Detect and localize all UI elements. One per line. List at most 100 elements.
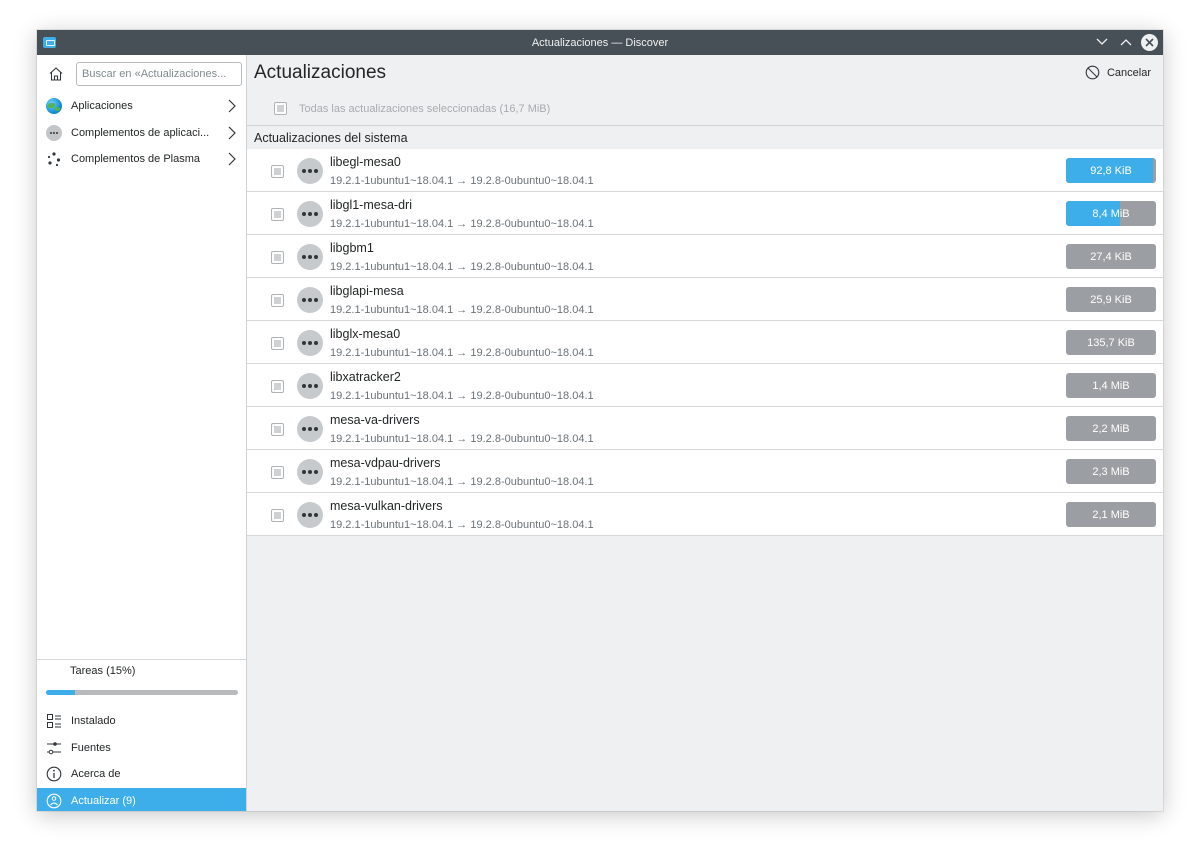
package-name: libgbm1 bbox=[330, 241, 374, 255]
download-size-bar: 1,4 MiB bbox=[1066, 373, 1156, 398]
section-header: Actualizaciones del sistema bbox=[247, 125, 1163, 149]
package-name: libglx-mesa0 bbox=[330, 327, 401, 341]
close-icon bbox=[1145, 37, 1154, 47]
sidebar-item-label: Complementos de Plasma bbox=[71, 153, 201, 166]
close-button[interactable] bbox=[1141, 33, 1158, 51]
update-checkbox[interactable] bbox=[271, 165, 284, 178]
update-checkbox[interactable] bbox=[271, 337, 284, 350]
home-icon bbox=[49, 67, 63, 81]
package-name: mesa-vulkan-drivers bbox=[330, 499, 443, 513]
nav-item-label: Instalado bbox=[71, 715, 116, 728]
globe-icon bbox=[45, 98, 62, 115]
package-name: libegl-mesa0 bbox=[330, 155, 401, 169]
package-icon bbox=[297, 158, 323, 184]
update-checkbox[interactable] bbox=[271, 423, 284, 436]
home-button[interactable] bbox=[45, 63, 67, 85]
search-input[interactable] bbox=[76, 62, 242, 86]
package-name: libglapi-mesa bbox=[330, 284, 404, 298]
chevron-right-icon bbox=[228, 99, 236, 113]
update-row-libglapi-mesa[interactable]: libglapi-mesa 19.2.1-1ubuntu1~18.04.1 → … bbox=[247, 278, 1163, 321]
package-version: 19.2.1-1ubuntu1~18.04.1 → 19.2.8-0ubuntu… bbox=[330, 218, 594, 230]
update-row-mesa-vulkan-drivers[interactable]: mesa-vulkan-drivers 19.2.1-1ubuntu1~18.0… bbox=[247, 493, 1163, 536]
cancel-button[interactable]: Cancelar bbox=[1085, 65, 1151, 80]
package-icon bbox=[297, 330, 323, 356]
window-controls bbox=[1093, 33, 1158, 51]
nav-item-actualizar[interactable]: Actualizar (9) bbox=[37, 787, 246, 811]
download-size-label: 92,8 KiB bbox=[1090, 164, 1132, 177]
download-size-bar: 2,1 MiB bbox=[1066, 502, 1156, 527]
update-row-mesa-vdpau-drivers[interactable]: mesa-vdpau-drivers 19.2.1-1ubuntu1~18.04… bbox=[247, 450, 1163, 493]
window-title: Actualizaciones — Discover bbox=[531, 36, 669, 49]
minimize-button[interactable] bbox=[1093, 33, 1111, 51]
download-size-bar: 8,4 MiB bbox=[1066, 201, 1156, 226]
tasks-label[interactable]: Tareas (15%) bbox=[70, 665, 135, 677]
tasks-progress-fill bbox=[46, 690, 75, 695]
update-row-libglx-mesa0[interactable]: libglx-mesa0 19.2.1-1ubuntu1~18.04.1 → 1… bbox=[247, 321, 1163, 364]
package-version: 19.2.1-1ubuntu1~18.04.1 → 19.2.8-0ubuntu… bbox=[330, 347, 594, 359]
nav-item-acerca-de[interactable]: Acerca de bbox=[37, 761, 246, 788]
package-icon bbox=[297, 201, 323, 227]
select-all-checkbox[interactable] bbox=[274, 102, 287, 115]
update-row-libgbm1[interactable]: libgbm1 19.2.1-1ubuntu1~18.04.1 → 19.2.8… bbox=[247, 235, 1163, 278]
download-size-label: 25,9 KiB bbox=[1090, 293, 1132, 306]
download-size-label: 1,4 MiB bbox=[1092, 379, 1130, 392]
package-version: 19.2.1-1ubuntu1~18.04.1 → 19.2.8-0ubuntu… bbox=[330, 433, 594, 445]
sidebar-item-complementos-aplicaciones[interactable]: Complementos de aplicaci... bbox=[37, 120, 246, 147]
update-checkbox[interactable] bbox=[271, 466, 284, 479]
nav-item-label: Acerca de bbox=[71, 768, 121, 781]
package-version: 19.2.1-1ubuntu1~18.04.1 → 19.2.8-0ubuntu… bbox=[330, 175, 594, 187]
installed-icon bbox=[46, 713, 62, 729]
package-version: 19.2.1-1ubuntu1~18.04.1 → 19.2.8-0ubuntu… bbox=[330, 476, 594, 488]
cancel-icon bbox=[1085, 65, 1100, 80]
update-checkbox[interactable] bbox=[271, 208, 284, 221]
sidebar-item-aplicaciones[interactable]: Aplicaciones bbox=[37, 93, 246, 120]
cancel-label: Cancelar bbox=[1106, 66, 1151, 79]
sidebar-item-complementos-plasma[interactable]: Complementos de Plasma bbox=[37, 146, 246, 173]
package-icon bbox=[297, 459, 323, 485]
package-icon bbox=[297, 373, 323, 399]
discover-window: Actualizaciones — Discover Aplicaciones bbox=[37, 30, 1163, 811]
nav-item-label: Actualizar (9) bbox=[71, 794, 136, 807]
title-bar[interactable]: Actualizaciones — Discover bbox=[37, 30, 1163, 55]
dots-icon bbox=[45, 124, 62, 141]
download-size-label: 2,1 MiB bbox=[1092, 508, 1130, 521]
select-all-label: Todas las actualizaciones seleccionadas … bbox=[299, 102, 551, 115]
sidebar: Aplicaciones Complementos de aplicaci...… bbox=[37, 55, 247, 811]
update-checkbox[interactable] bbox=[271, 251, 284, 264]
sidebar-header bbox=[37, 55, 246, 93]
update-row-libxatracker2[interactable]: libxatracker2 19.2.1-1ubuntu1~18.04.1 → … bbox=[247, 364, 1163, 407]
sidebar-footer: Tareas (15%) Instalado Fuentes Acerca de bbox=[37, 659, 246, 811]
update-row-libegl-mesa0[interactable]: libegl-mesa0 19.2.1-1ubuntu1~18.04.1 → 1… bbox=[247, 149, 1163, 192]
package-name: libgl1-mesa-dri bbox=[330, 198, 412, 212]
download-size-bar: 27,4 KiB bbox=[1066, 244, 1156, 269]
sidebar-item-label: Complementos de aplicaci... bbox=[71, 126, 210, 139]
update-row-mesa-va-drivers[interactable]: mesa-va-drivers 19.2.1-1ubuntu1~18.04.1 … bbox=[247, 407, 1163, 450]
chevron-right-icon bbox=[228, 126, 236, 139]
select-all-row: Todas las actualizaciones seleccionadas … bbox=[274, 102, 550, 115]
download-size-label: 8,4 MiB bbox=[1092, 207, 1130, 220]
nav-item-fuentes[interactable]: Fuentes bbox=[37, 735, 246, 762]
sources-icon bbox=[46, 740, 62, 756]
sidebar-item-label: Aplicaciones bbox=[71, 100, 133, 113]
plasma-icon bbox=[45, 151, 62, 168]
update-list: libegl-mesa0 19.2.1-1ubuntu1~18.04.1 → 1… bbox=[247, 149, 1163, 536]
update-row-libgl1-mesa-dri[interactable]: libgl1-mesa-dri 19.2.1-1ubuntu1~18.04.1 … bbox=[247, 192, 1163, 235]
chevron-up-icon bbox=[1120, 39, 1132, 46]
update-checkbox[interactable] bbox=[271, 380, 284, 393]
update-checkbox[interactable] bbox=[271, 294, 284, 307]
nav-item-instalado[interactable]: Instalado bbox=[37, 708, 246, 735]
update-checkbox[interactable] bbox=[271, 509, 284, 522]
package-icon bbox=[297, 244, 323, 270]
package-name: mesa-vdpau-drivers bbox=[330, 456, 441, 470]
discover-app-icon[interactable] bbox=[43, 37, 56, 48]
package-name: libxatracker2 bbox=[330, 370, 401, 384]
chevron-down-icon bbox=[1096, 38, 1108, 45]
main-header: Actualizaciones Cancelar Todas las actua… bbox=[247, 55, 1163, 154]
package-icon bbox=[297, 416, 323, 442]
package-icon bbox=[297, 502, 323, 528]
tasks-progress-bar bbox=[46, 690, 238, 695]
main-panel: Actualizaciones Cancelar Todas las actua… bbox=[247, 55, 1163, 811]
download-size-label: 2,3 MiB bbox=[1092, 465, 1130, 478]
download-size-bar: 92,8 KiB bbox=[1066, 158, 1156, 183]
maximize-button[interactable] bbox=[1117, 33, 1135, 51]
